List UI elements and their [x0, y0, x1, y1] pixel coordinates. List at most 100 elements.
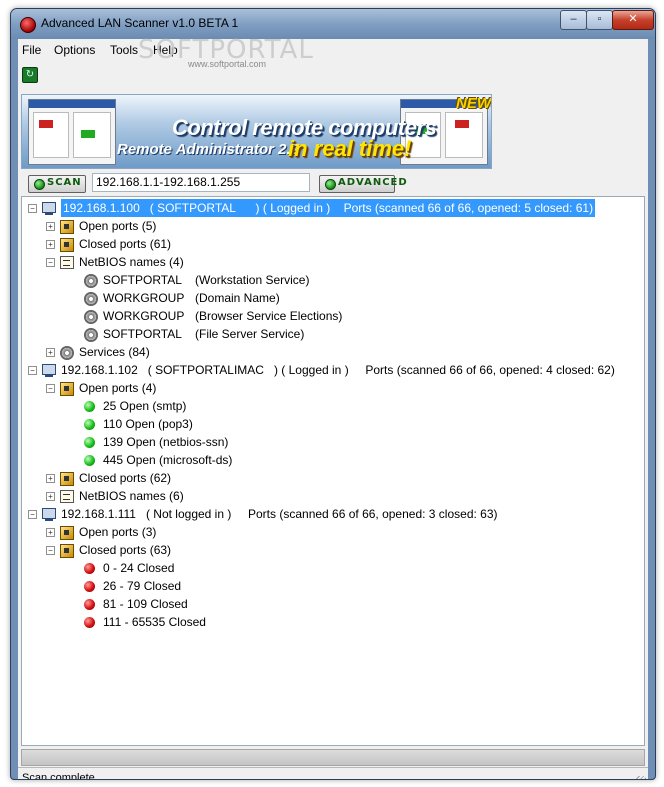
netbios-entry-description: (File Server Service)	[195, 327, 305, 341]
tree-row-label: 192.168.1.102 ( SOFTPORTALIMAC ) ( Logge…	[61, 363, 615, 377]
tree-row-label: 192.168.1.111 ( Not logged in ) Ports (s…	[61, 507, 498, 521]
banner-screenshot-left	[28, 99, 116, 165]
gear-icon	[84, 292, 98, 306]
expand-icon[interactable]: +	[46, 348, 55, 357]
tree-row-ports[interactable]: − Open ports (4)	[22, 379, 642, 397]
tree-row-label: 139 Open (netbios-ssn)	[103, 435, 229, 449]
open-port-icon	[84, 455, 95, 466]
expand-icon[interactable]: +	[46, 222, 55, 231]
advanced-button[interactable]: ADVANCED	[319, 175, 407, 193]
services-gear-icon	[60, 346, 74, 360]
tree-row-label: Closed ports (62)	[79, 471, 172, 485]
tree-row-gear[interactable]: SOFTPORTAL (File Server Service)	[22, 325, 642, 343]
closed-port-icon	[84, 599, 95, 610]
expand-icon[interactable]: +	[46, 528, 55, 537]
ports-icon	[60, 544, 74, 558]
tree-row-label: Closed ports (61)	[79, 237, 172, 251]
status-bar: Scan complete	[18, 767, 648, 780]
ip-range-input[interactable]	[92, 173, 310, 192]
gear-icon	[84, 274, 98, 288]
tree-row-label: 26 - 79 Closed	[103, 579, 182, 593]
collapse-icon[interactable]: −	[28, 204, 37, 213]
tree-row-netbios[interactable]: + NetBIOS names (6)	[22, 487, 642, 505]
results-tree[interactable]: − 192.168.1.100 ( SOFTPORTAL ) ( Logged i…	[21, 196, 645, 746]
close-button[interactable]: ✕	[612, 10, 654, 30]
maximize-button[interactable]: ▫	[586, 10, 613, 30]
tree-row-host[interactable]: − 192.168.1.100 ( SOFTPORTAL ) ( Logged i…	[22, 199, 642, 217]
gear-icon	[84, 328, 98, 342]
tree-row-host[interactable]: − 192.168.1.102 ( SOFTPORTALIMAC ) ( Logg…	[22, 361, 642, 379]
collapse-icon[interactable]: −	[46, 258, 55, 267]
tree-row-open[interactable]: 25 Open (smtp)	[22, 397, 642, 415]
expand-icon[interactable]: +	[46, 492, 55, 501]
expand-icon[interactable]: +	[46, 240, 55, 249]
tree-row-label: Open ports (4)	[79, 381, 157, 395]
scan-lamp-icon	[34, 179, 45, 190]
gear-icon	[84, 310, 98, 324]
banner-new-badge: NEW!	[456, 95, 492, 112]
netbios-entry-name: WORKGROUP	[103, 291, 185, 305]
closed-port-icon	[84, 563, 95, 574]
open-port-icon	[84, 437, 95, 448]
collapse-icon[interactable]: −	[28, 510, 37, 519]
tree-row-ports[interactable]: + Open ports (5)	[22, 217, 642, 235]
banner-product: Remote Administrator 2.2	[117, 141, 299, 158]
tree-row-open[interactable]: 445 Open (microsoft-ds)	[22, 451, 642, 469]
collapse-icon[interactable]: −	[46, 384, 55, 393]
tree-row-ports[interactable]: + Closed ports (62)	[22, 469, 642, 487]
tree-row-services[interactable]: + Services (84)	[22, 343, 642, 361]
open-port-icon	[84, 401, 95, 412]
open-port-icon	[84, 419, 95, 430]
banner-tagline: in real time!	[288, 136, 412, 161]
computer-icon	[42, 364, 56, 377]
minimize-button[interactable]: –	[560, 10, 587, 30]
resize-grip-icon[interactable]	[636, 776, 646, 779]
ports-icon	[60, 526, 74, 540]
refresh-icon[interactable]: ↻	[22, 67, 38, 83]
tree-row-ports[interactable]: − Closed ports (63)	[22, 541, 642, 559]
collapse-icon[interactable]: −	[28, 366, 37, 375]
netbios-entry-description: (Domain Name)	[195, 291, 280, 305]
tree-row-label: 111 - 65535 Closed	[103, 615, 206, 629]
tree-row-open[interactable]: 110 Open (pop3)	[22, 415, 642, 433]
netbios-entry-name: SOFTPORTAL	[103, 327, 182, 341]
app-logo-icon	[20, 17, 36, 33]
title-bar[interactable]: Advanced LAN Scanner v1.0 BETA 1 – ▫ ✕	[11, 9, 655, 39]
tree-row-closed[interactable]: 111 - 65535 Closed	[22, 613, 642, 631]
tree-row-netbios[interactable]: − NetBIOS names (4)	[22, 253, 642, 271]
horizontal-scrollbar[interactable]	[21, 749, 645, 766]
computer-icon	[42, 202, 56, 215]
tree-row-ports[interactable]: + Closed ports (61)	[22, 235, 642, 253]
netbios-entry-name: SOFTPORTAL	[103, 273, 182, 287]
tree-row-gear[interactable]: SOFTPORTAL (Workstation Service)	[22, 271, 642, 289]
watermark-url: www.softportal.com	[188, 59, 267, 69]
netbios-icon	[60, 490, 74, 503]
expand-icon[interactable]: +	[46, 474, 55, 483]
computer-icon	[42, 508, 56, 521]
advanced-button-label: ADVANCED	[338, 177, 408, 188]
advanced-lamp-icon	[325, 179, 336, 190]
tree-row-label: 192.168.1.100 ( SOFTPORTAL ) ( Logged in…	[61, 199, 596, 217]
tree-row-label: 25 Open (smtp)	[103, 399, 187, 413]
ports-icon	[60, 220, 74, 234]
tree-row-closed[interactable]: 81 - 109 Closed	[22, 595, 642, 613]
scan-button[interactable]: SCAN	[28, 175, 86, 193]
tree-row-label: 81 - 109 Closed	[103, 597, 188, 611]
menu-file[interactable]: File	[22, 43, 41, 57]
netbios-icon	[60, 256, 74, 269]
collapse-icon[interactable]: −	[46, 546, 55, 555]
app-window: Advanced LAN Scanner v1.0 BETA 1 – ▫ ✕ F…	[10, 8, 656, 780]
tree-row-gear[interactable]: WORKGROUP (Browser Service Elections)	[22, 307, 642, 325]
closed-port-icon	[84, 617, 95, 628]
tree-row-open[interactable]: 139 Open (netbios-ssn)	[22, 433, 642, 451]
tree-row-ports[interactable]: + Open ports (3)	[22, 523, 642, 541]
status-text: Scan complete	[22, 772, 95, 780]
tree-row-gear[interactable]: WORKGROUP (Domain Name)	[22, 289, 642, 307]
tree-row-closed[interactable]: 0 - 24 Closed	[22, 559, 642, 577]
tree-row-host[interactable]: − 192.168.1.111 ( Not logged in ) Ports (…	[22, 505, 642, 523]
tree-row-closed[interactable]: 26 - 79 Closed	[22, 577, 642, 595]
tree-row-label: NetBIOS names (6)	[79, 489, 184, 503]
menu-options[interactable]: Options	[54, 43, 95, 57]
menu-tools[interactable]: Tools	[110, 43, 138, 57]
ad-banner[interactable]: NEW! Control remote computers Remote Adm…	[21, 94, 492, 169]
